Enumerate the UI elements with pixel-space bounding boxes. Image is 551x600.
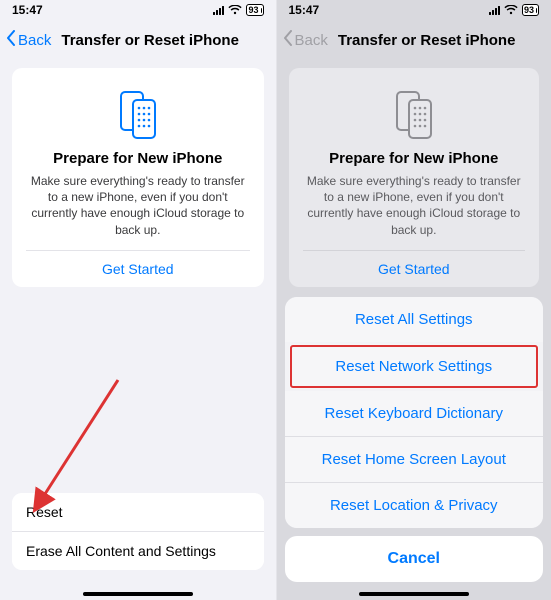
battery-icon: 93 (246, 4, 263, 16)
cellular-icon (489, 6, 500, 15)
battery-icon: 93 (522, 4, 539, 16)
get-started-button: Get Started (303, 250, 526, 277)
chevron-left-icon (283, 30, 293, 50)
nav-bar: Back Transfer or Reset iPhone (277, 20, 551, 60)
status-bar: 15:47 93 (277, 0, 551, 20)
reset-action-sheet: Reset All Settings Reset Network Setting… (277, 297, 551, 600)
nav-bar: Back Transfer or Reset iPhone (0, 20, 276, 60)
sheet-reset-location-privacy[interactable]: Reset Location & Privacy (285, 482, 544, 528)
get-started-button[interactable]: Get Started (26, 250, 250, 277)
sheet-reset-all-settings[interactable]: Reset All Settings (285, 297, 544, 342)
card-title: Prepare for New iPhone (303, 150, 526, 167)
back-button: Back (283, 30, 328, 50)
sheet-reset-keyboard-dictionary[interactable]: Reset Keyboard Dictionary (285, 391, 544, 436)
status-time: 15:47 (289, 3, 320, 17)
page-title: Transfer or Reset iPhone (61, 32, 269, 49)
prepare-card: Prepare for New iPhone Make sure everyth… (12, 68, 264, 287)
home-indicator (83, 592, 193, 596)
transfer-phones-icon (26, 86, 250, 140)
status-bar: 15:47 93 (0, 0, 276, 20)
right-screen: 15:47 93 Back Transfer or Reset iPhone (276, 0, 551, 600)
chevron-left-icon (6, 30, 16, 50)
card-description: Make sure everything's ready to transfer… (26, 173, 250, 238)
page-title: Transfer or Reset iPhone (338, 32, 545, 49)
status-right: 93 (213, 4, 263, 16)
left-screen: 15:47 93 Back Transfer or Reset iPhone (0, 0, 276, 600)
status-right: 93 (489, 4, 539, 16)
card-description: Make sure everything's ready to transfer… (303, 173, 526, 238)
prepare-card: Prepare for New iPhone Make sure everyth… (289, 68, 540, 287)
bottom-options-list: Reset Erase All Content and Settings (12, 493, 264, 570)
sheet-reset-home-screen-layout[interactable]: Reset Home Screen Layout (285, 436, 544, 482)
sheet-reset-network-settings[interactable]: Reset Network Settings (289, 344, 540, 389)
erase-row[interactable]: Erase All Content and Settings (12, 531, 264, 570)
status-time: 15:47 (12, 3, 43, 17)
wifi-icon (504, 5, 518, 15)
back-label: Back (295, 32, 328, 49)
back-button[interactable]: Back (6, 30, 51, 50)
home-indicator (359, 592, 469, 596)
wifi-icon (228, 5, 242, 15)
cellular-icon (213, 6, 224, 15)
card-title: Prepare for New iPhone (26, 150, 250, 167)
back-label: Back (18, 32, 51, 49)
cancel-button[interactable]: Cancel (285, 536, 544, 582)
reset-row[interactable]: Reset (12, 493, 264, 531)
transfer-phones-icon (303, 86, 526, 140)
